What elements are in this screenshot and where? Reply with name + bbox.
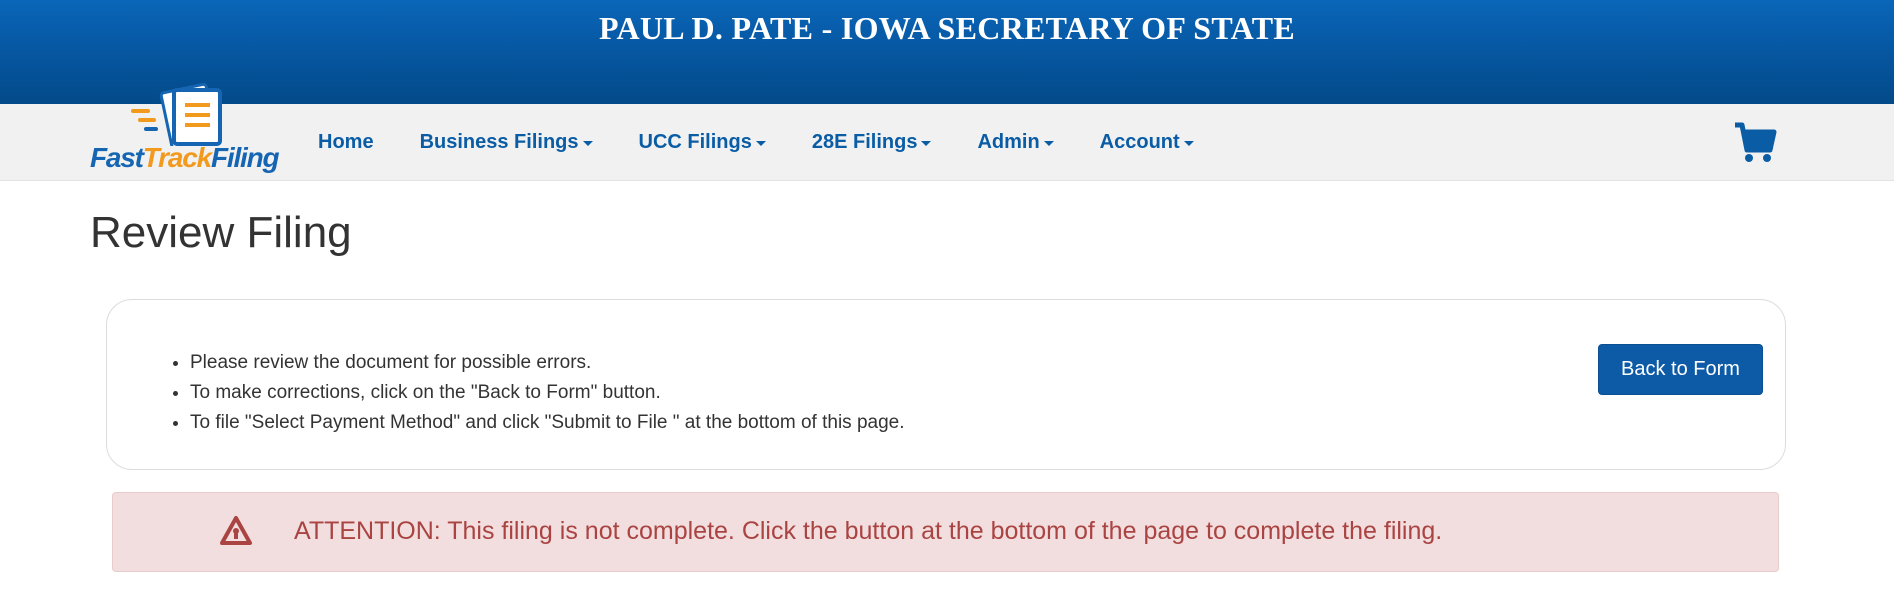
nav-28e-filings[interactable]: 28E Filings — [812, 131, 932, 154]
logo-text-fast: Fast — [90, 142, 144, 173]
list-item: Please review the document for possible … — [190, 348, 905, 378]
warning-icon — [219, 515, 253, 547]
logo-wordmark: FastTrackFiling — [90, 142, 280, 174]
nav-28e-filings-label: 28E Filings — [811, 131, 918, 153]
nav-business-filings-label: Business Filings — [419, 131, 579, 153]
nav-admin-label: Admin — [977, 131, 1040, 153]
nav-admin[interactable]: Admin — [977, 131, 1054, 154]
attention-alert: ATTENTION: This filing is not complete. … — [112, 492, 1779, 572]
alert-message: ATTENTION: This filing is not complete. … — [294, 517, 1443, 545]
logo-text-track: Track — [142, 142, 212, 173]
list-item: To make corrections, click on the "Back … — [190, 378, 905, 408]
review-instructions-panel: Please review the document for possible … — [106, 299, 1786, 470]
nav-ucc-filings-label: UCC Filings — [638, 131, 752, 153]
caret-down-icon — [921, 141, 932, 146]
caret-down-icon — [1183, 141, 1194, 146]
nav-business-filings[interactable]: Business Filings — [420, 131, 593, 154]
document-logo-icon — [131, 82, 222, 150]
caret-down-icon — [582, 141, 593, 146]
list-item: To file "Select Payment Method" and clic… — [190, 408, 905, 438]
fast-track-filing-logo[interactable]: FastTrackFiling — [90, 76, 282, 180]
navbar: FastTrackFiling Home Business Filings UC… — [0, 82, 1894, 181]
site-title: PAUL D. PATE - IOWA SECRETARY OF STATE — [599, 10, 1295, 46]
caret-down-icon — [1043, 141, 1054, 146]
nav-account[interactable]: Account — [1100, 131, 1194, 154]
header-banner: PAUL D. PATE - IOWA SECRETARY OF STATE — [0, 0, 1894, 104]
nav-home[interactable]: Home — [318, 131, 374, 154]
main-nav: Home Business Filings UCC Filings 28E Fi… — [318, 104, 1240, 181]
instructions-list: Please review the document for possible … — [190, 348, 905, 438]
nav-home-label: Home — [318, 131, 374, 153]
back-to-form-button[interactable]: Back to Form — [1598, 344, 1763, 395]
page-title: Review Filing — [90, 208, 352, 257]
nav-ucc-filings[interactable]: UCC Filings — [639, 131, 766, 154]
caret-down-icon — [755, 141, 766, 146]
nav-account-label: Account — [1099, 131, 1180, 153]
logo-text-filing: Filing — [211, 142, 280, 173]
shopping-cart-icon[interactable] — [1733, 120, 1777, 164]
